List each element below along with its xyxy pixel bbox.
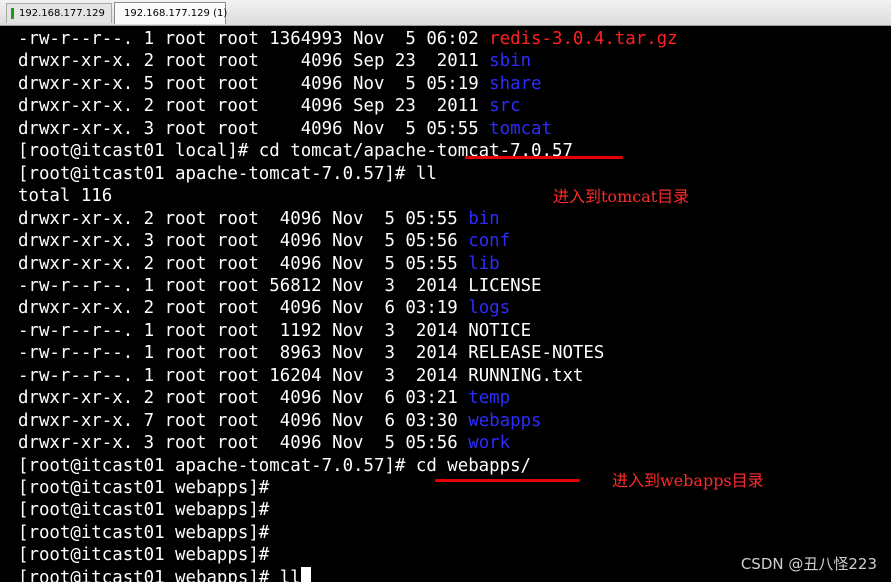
file-name: conf (468, 231, 511, 252)
terminal-text: drwxr-xr-x. 2 root root 4096 Nov 6 03:21 (18, 388, 469, 409)
terminal-text: -rw-r--r--. 1 root root 1364993 Nov 5 06… (18, 29, 490, 49)
terminal-line: [root@itcast01 apache-tomcat-7.0.57]# cd… (18, 455, 531, 477)
terminal-line: drwxr-xr-x. 2 root root 4096 Sep 23 2011… (18, 95, 521, 117)
watermark: CSDN @丑八怪223 (740, 555, 877, 573)
terminal-line: -rw-r--r--. 1 root root 16204 Nov 3 2014… (18, 365, 583, 387)
terminal-line: total 116 (18, 185, 112, 207)
terminal-text: -rw-r--r--. 1 root root 16204 Nov 3 2014 (18, 365, 469, 386)
annotation-webapps-note: 进入到webapps目录 (612, 471, 764, 490)
file-name: bin (468, 208, 500, 229)
tab-label: 192.168.177.129 (1) (124, 8, 228, 19)
file-name: temp (468, 388, 511, 409)
file-name: sbin (489, 51, 532, 72)
terminal-text: drwxr-xr-x. 5 root root 4096 Nov 5 05:19 (18, 73, 490, 94)
terminal-line: [root@itcast01 webapps]# (18, 499, 269, 521)
terminal-line: drwxr-xr-x. 2 root root 4096 Nov 5 05:55… (18, 253, 500, 275)
terminal-text: [root@itcast01 webapps]# (18, 545, 270, 566)
terminal-text: drwxr-xr-x. 3 root root 4096 Nov 5 05:56 (18, 231, 469, 252)
terminal-line: drwxr-xr-x. 7 root root 4096 Nov 6 03:30… (18, 410, 542, 432)
file-name: tomcat (489, 118, 552, 139)
terminal-line: drwxr-xr-x. 2 root root 4096 Nov 6 03:19… (18, 297, 510, 319)
file-name: lib (468, 253, 500, 274)
terminal-text: drwxr-xr-x. 2 root root 4096 Nov 5 05:55 (18, 253, 469, 274)
terminal-line: drwxr-xr-x. 2 root root 4096 Nov 6 03:21… (18, 387, 510, 409)
terminal-text: -rw-r--r--. 1 root root 1192 Nov 3 2014 (18, 320, 469, 341)
terminal-text: drwxr-xr-x. 2 root root 4096 Sep 23 2011 (18, 51, 490, 72)
terminal-text: drwxr-xr-x. 2 root root 4096 Sep 23 2011 (18, 96, 490, 117)
tab-label: 192.168.177.129 (19, 8, 105, 19)
tab-bar: 192.168.177.129 192.168.177.129 (1) (0, 0, 891, 26)
tab-session-2-active[interactable]: 192.168.177.129 (1) (114, 2, 228, 24)
terminal-line: -rw-r--r--. 1 root root 56812 Nov 3 2014… (18, 275, 542, 297)
terminal-text: [root@itcast01 webapps]# (18, 522, 270, 543)
terminal-text: [root@itcast01 webapps]# (18, 500, 270, 521)
terminal-line: drwxr-xr-x. 3 root root 4096 Nov 5 05:55… (18, 118, 552, 140)
file-name: RUNNING.txt (468, 365, 584, 386)
terminal-line: drwxr-xr-x. 5 root root 4096 Nov 5 05:19… (18, 73, 542, 95)
file-name: src (489, 96, 521, 117)
terminal-text: drwxr-xr-x. 7 root root 4096 Nov 6 03:30 (18, 410, 469, 431)
terminal-line: [root@itcast01 webapps]# (18, 477, 269, 499)
terminal-text: [root@itcast01 webapps]# ll (18, 567, 301, 582)
terminal-text: -rw-r--r--. 1 root root 8963 Nov 3 2014 (18, 343, 469, 364)
file-name: work (468, 433, 511, 454)
terminal-line: [root@itcast01 webapps]# (18, 522, 269, 544)
terminal-text: [root@itcast01 webapps]# (18, 478, 270, 498)
terminal-line: [root@itcast01 webapps]# ll (18, 566, 311, 582)
terminal-line: -rw-r--r--. 1 root root 1192 Nov 3 2014 … (18, 320, 531, 342)
terminal-text: total 116 (18, 186, 113, 207)
terminal-line: drwxr-xr-x. 2 root root 4096 Nov 5 05:55… (18, 208, 500, 230)
terminal-text: [root@itcast01 apache-tomcat-7.0.57]# ll (18, 163, 437, 184)
cursor (300, 566, 311, 582)
file-name: logs (468, 298, 511, 319)
tab-session-1[interactable]: 192.168.177.129 (6, 3, 112, 23)
terminal-text: -rw-r--r--. 1 root root 56812 Nov 3 2014 (18, 275, 469, 296)
terminal-line: -rw-r--r--. 1 root root 1364993 Nov 5 06… (18, 28, 678, 50)
terminal-text: drwxr-xr-x. 2 root root 4096 Nov 6 03:19 (18, 298, 469, 319)
terminal-line: drwxr-xr-x. 2 root root 4096 Sep 23 2011… (18, 50, 531, 72)
terminal-line: drwxr-xr-x. 3 root root 4096 Nov 5 05:56… (18, 432, 510, 454)
file-name: NOTICE (468, 320, 532, 341)
annotation-underline-tomcat (465, 156, 623, 159)
terminal-output[interactable]: -rw-r--r--. 1 root root 1364993 Nov 5 06… (0, 26, 891, 582)
terminal-text: drwxr-xr-x. 3 root root 4096 Nov 5 05:55 (18, 118, 490, 139)
terminal-line: -rw-r--r--. 1 root root 8963 Nov 3 2014 … (18, 342, 604, 364)
annotation-underline-webapps (435, 479, 580, 482)
terminal-line: drwxr-xr-x. 3 root root 4096 Nov 5 05:56… (18, 230, 510, 252)
file-name: webapps (468, 410, 542, 431)
file-name: share (489, 73, 542, 94)
file-name: RELEASE-NOTES (468, 343, 605, 364)
terminal-text: drwxr-xr-x. 2 root root 4096 Nov 5 05:55 (18, 208, 469, 229)
connection-status-icon (11, 8, 14, 19)
file-name: redis-3.0.4.tar.gz (489, 29, 678, 49)
file-name: LICENSE (468, 275, 542, 296)
terminal-text: drwxr-xr-x. 3 root root 4096 Nov 5 05:56 (18, 433, 469, 454)
terminal-line: [root@itcast01 apache-tomcat-7.0.57]# ll (18, 163, 437, 185)
terminal-line: [root@itcast01 webapps]# (18, 544, 269, 566)
terminal-text: [root@itcast01 apache-tomcat-7.0.57]# cd… (18, 455, 532, 476)
annotation-tomcat-note: 进入到tomcat目录 (553, 187, 690, 206)
